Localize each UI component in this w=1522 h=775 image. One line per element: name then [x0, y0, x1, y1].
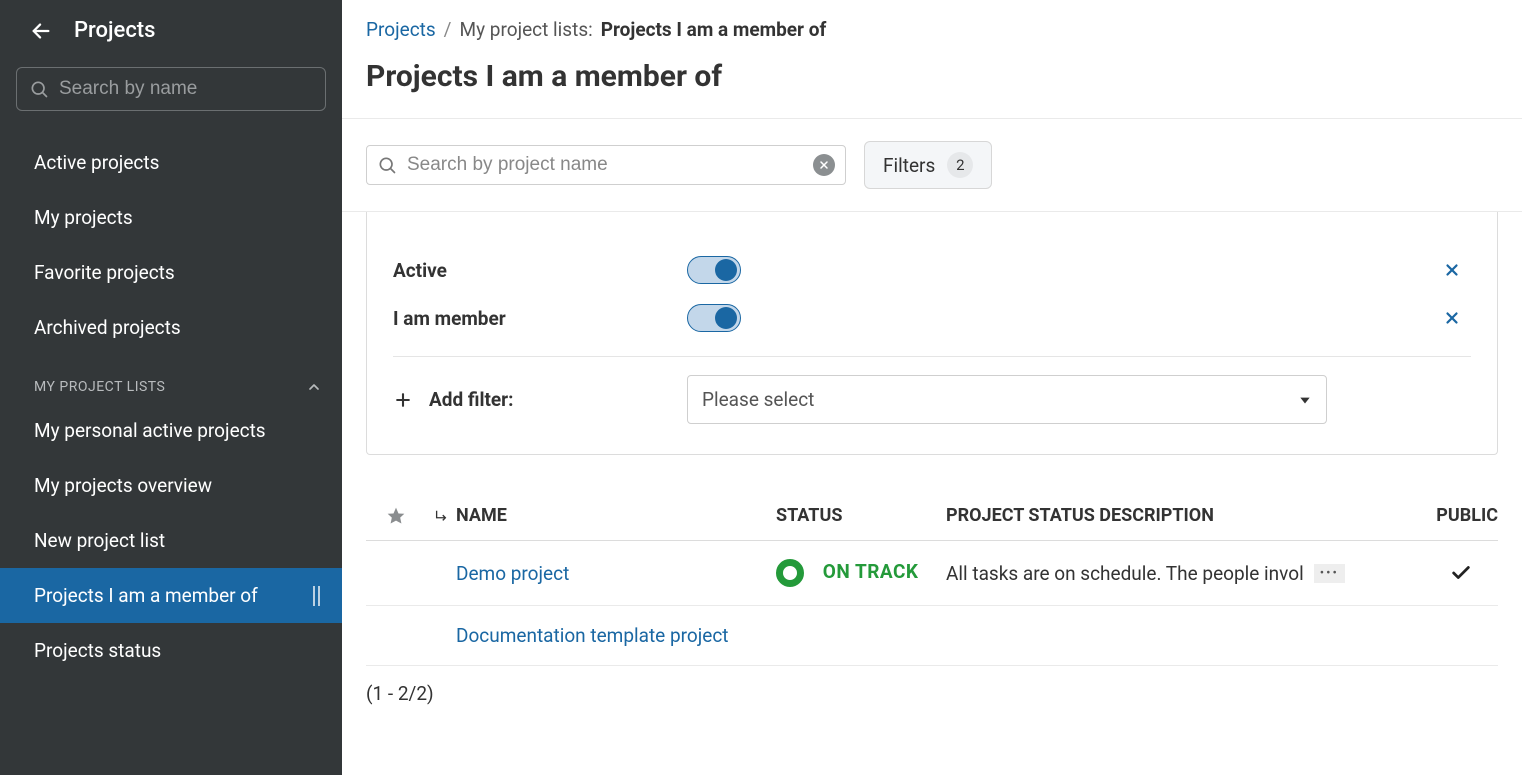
- divider: [393, 356, 1471, 357]
- sidebar: Projects Active projects My projects Fav…: [0, 0, 342, 775]
- sidebar-item-label: My personal active projects: [34, 419, 266, 442]
- project-link[interactable]: Demo project: [456, 562, 569, 585]
- add-filter-select[interactable]: Please select: [687, 375, 1327, 424]
- sidebar-section-my-project-lists[interactable]: MY PROJECT LISTS: [0, 355, 342, 403]
- sidebar-item-label: Archived projects: [34, 316, 181, 339]
- sidebar-item-favorite-projects[interactable]: Favorite projects: [0, 245, 342, 300]
- sidebar-item-label: Favorite projects: [34, 261, 175, 284]
- ellipsis-icon[interactable]: •••: [1314, 564, 1345, 583]
- pager: (1 - 2/2): [342, 666, 1522, 721]
- sidebar-item-label: Projects status: [34, 639, 161, 662]
- remove-filter-icon[interactable]: [1443, 261, 1471, 279]
- filter-label: I am member: [393, 307, 687, 330]
- add-filter-row: Add filter: Please select: [393, 375, 1471, 424]
- add-filter-label: Add filter:: [429, 388, 514, 411]
- search-icon: [377, 155, 397, 175]
- sidebar-item-my-personal-active-projects[interactable]: My personal active projects: [0, 403, 342, 458]
- sidebar-item-label: My projects: [34, 206, 133, 229]
- col-status[interactable]: STATUS: [776, 505, 946, 526]
- sidebar-item-projects-i-am-a-member-of[interactable]: Projects I am a member of: [0, 568, 342, 623]
- filters-count-badge: 2: [947, 152, 973, 178]
- sidebar-search-input[interactable]: [59, 78, 313, 100]
- status-dot-icon: [776, 559, 804, 587]
- col-name[interactable]: NAME: [456, 505, 776, 526]
- sidebar-item-projects-status[interactable]: Projects status: [0, 623, 342, 678]
- filter-row-active: Active: [393, 246, 1471, 294]
- page-title: Projects I am a member of: [342, 41, 1522, 119]
- star-icon: [386, 506, 406, 526]
- projects-table: NAME STATUS PROJECT STATUS DESCRIPTION P…: [366, 505, 1498, 666]
- sidebar-title: Projects: [74, 18, 155, 43]
- search-icon: [29, 79, 49, 99]
- remove-filter-icon[interactable]: [1443, 309, 1471, 327]
- filter-label: Active: [393, 259, 687, 282]
- breadcrumb-mid: My project lists:: [460, 18, 593, 41]
- chevron-up-icon: [306, 379, 322, 395]
- filters-panel: Active I am member Add filter:: [366, 212, 1498, 455]
- status-desc: All tasks are on schedule. The people in…: [946, 562, 1304, 585]
- sidebar-nav: Active projects My projects Favorite pro…: [0, 135, 342, 678]
- project-search-input[interactable]: [407, 154, 803, 176]
- check-icon: [1450, 562, 1472, 584]
- status-cell: ON TRACK: [776, 559, 946, 587]
- breadcrumb-root[interactable]: Projects: [366, 18, 436, 41]
- table-row: Demo project ON TRACK All tasks are on s…: [366, 541, 1498, 606]
- sidebar-item-label: Projects I am a member of: [34, 584, 258, 607]
- sidebar-item-active-projects[interactable]: Active projects: [0, 135, 342, 190]
- back-arrow-icon[interactable]: [30, 20, 52, 42]
- toolbar: Filters 2: [342, 119, 1522, 212]
- sidebar-search[interactable]: [16, 67, 326, 111]
- breadcrumb-sep: /: [444, 18, 452, 41]
- filter-control: [687, 304, 1443, 332]
- filters-button[interactable]: Filters 2: [864, 141, 992, 189]
- project-link[interactable]: Documentation template project: [456, 624, 729, 647]
- select-placeholder: Please select: [702, 388, 814, 411]
- sidebar-item-my-projects-overview[interactable]: My projects overview: [0, 458, 342, 513]
- status-label: ON TRACK: [823, 560, 919, 583]
- clear-search-icon[interactable]: [813, 154, 835, 176]
- col-hierarchy[interactable]: [426, 509, 456, 523]
- col-favorite[interactable]: [366, 506, 426, 526]
- sidebar-item-label: New project list: [34, 529, 165, 552]
- filter-row-i-am-member: I am member: [393, 294, 1471, 342]
- plus-icon: [393, 390, 413, 410]
- sidebar-item-my-projects[interactable]: My projects: [0, 190, 342, 245]
- filter-control: [687, 256, 1443, 284]
- project-search[interactable]: [366, 145, 846, 185]
- table-row: Documentation template project: [366, 606, 1498, 666]
- sidebar-item-new-project-list[interactable]: New project list: [0, 513, 342, 568]
- sidebar-item-archived-projects[interactable]: Archived projects: [0, 300, 342, 355]
- toggle-i-am-member[interactable]: [687, 304, 741, 332]
- hierarchy-icon: [434, 509, 448, 523]
- col-public[interactable]: PUBLIC: [1398, 505, 1498, 526]
- table-header: NAME STATUS PROJECT STATUS DESCRIPTION P…: [366, 505, 1498, 541]
- sidebar-header: Projects: [0, 0, 342, 53]
- toggle-active[interactable]: [687, 256, 741, 284]
- sidebar-item-label: My projects overview: [34, 474, 212, 497]
- filters-label: Filters: [883, 154, 935, 177]
- drag-handle-icon[interactable]: [312, 586, 322, 606]
- sidebar-item-label: Active projects: [34, 151, 159, 174]
- main: Projects / My project lists: Projects I …: [342, 0, 1522, 775]
- breadcrumb-current: Projects I am a member of: [601, 18, 827, 41]
- col-desc[interactable]: PROJECT STATUS DESCRIPTION: [946, 505, 1398, 526]
- caret-down-icon: [1298, 393, 1312, 407]
- breadcrumb: Projects / My project lists: Projects I …: [342, 18, 1522, 41]
- sidebar-section-label: MY PROJECT LISTS: [34, 379, 165, 395]
